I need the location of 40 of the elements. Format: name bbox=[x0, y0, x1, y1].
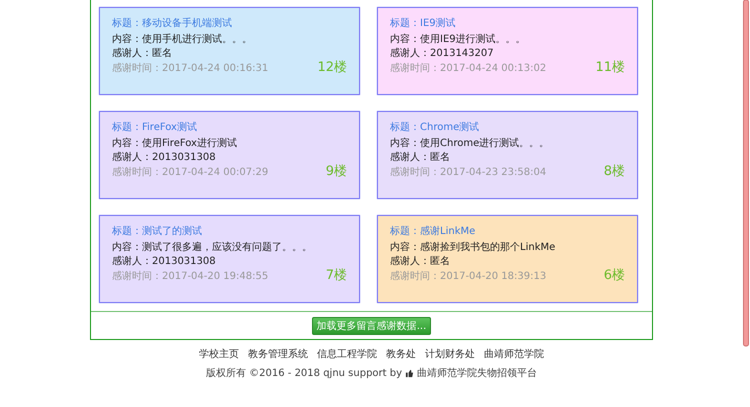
card-time: 感谢时间：2017-04-24 00:07:29 bbox=[112, 166, 268, 179]
copyright-text: 版权所有 ©2016 - 2018 qjnu support by bbox=[206, 366, 402, 380]
footer-link[interactable]: 曲靖师范学院 bbox=[484, 347, 544, 361]
card-content: 内容：使用手机进行测试。。。 bbox=[112, 33, 253, 47]
card-title: 标题：Chrome测试 bbox=[390, 121, 480, 135]
floor-number: 8楼 bbox=[604, 164, 625, 179]
floor-number: 12楼 bbox=[317, 60, 347, 75]
card-content: 内容：使用Chrome进行测试。。。 bbox=[390, 137, 550, 151]
card-content: 内容：测试了很多遍，应该没有问题了。。。 bbox=[112, 241, 313, 255]
card-title: 标题：测试了的测试 bbox=[112, 225, 203, 239]
card-title: 标题：感谢LinkMe bbox=[390, 225, 476, 239]
site-name: 曲靖师范学院失物招领平台 bbox=[417, 366, 538, 380]
card-thanker: 感谢人：2013031308 bbox=[112, 255, 217, 268]
floor-number: 7楼 bbox=[326, 268, 347, 283]
card-thanker: 感谢人：匿名 bbox=[112, 47, 173, 60]
card-title: 标题：IE9测试 bbox=[390, 17, 457, 31]
floor-number: 9楼 bbox=[326, 164, 347, 179]
card-time: 感谢时间：2017-04-20 18:39:13 bbox=[390, 270, 546, 283]
card-thanker: 感谢人：匿名 bbox=[390, 255, 451, 268]
card-time: 感谢时间：2017-04-23 23:58:04 bbox=[390, 166, 546, 179]
card-title: 标题：FireFox测试 bbox=[112, 121, 198, 135]
footer-link[interactable]: 信息工程学院 bbox=[317, 347, 377, 361]
footer-link[interactable]: 学校主页 bbox=[199, 347, 239, 361]
card-time: 感谢时间：2017-04-24 00:16:31 bbox=[112, 62, 268, 75]
floor-number: 6楼 bbox=[604, 268, 625, 283]
thumbs-up-icon bbox=[405, 368, 414, 378]
card-time: 感谢时间：2017-04-20 19:48:55 bbox=[112, 270, 268, 283]
card-title: 标题：移动设备手机端测试 bbox=[112, 17, 233, 31]
card-thanker: 感谢人：匿名 bbox=[390, 151, 451, 164]
card-content: 内容：使用FireFox进行测试 bbox=[112, 137, 238, 151]
footer-link[interactable]: 教务管理系统 bbox=[248, 347, 308, 361]
floor-number: 11楼 bbox=[595, 60, 625, 75]
footer-link[interactable]: 计划财务处 bbox=[425, 347, 475, 361]
card-thanker: 感谢人：2013031308 bbox=[112, 151, 217, 164]
scrollbar-thumb[interactable] bbox=[743, 0, 749, 347]
card-thanker: 感谢人：2013143207 bbox=[390, 47, 495, 60]
card-time: 感谢时间：2017-04-24 00:13:02 bbox=[390, 62, 546, 75]
footer-link[interactable]: 教务处 bbox=[386, 347, 416, 361]
card-content: 内容：使用IE9进行测试。。。 bbox=[390, 33, 527, 47]
card-content: 内容：感谢捡到我书包的那个LinkMe bbox=[390, 241, 556, 255]
